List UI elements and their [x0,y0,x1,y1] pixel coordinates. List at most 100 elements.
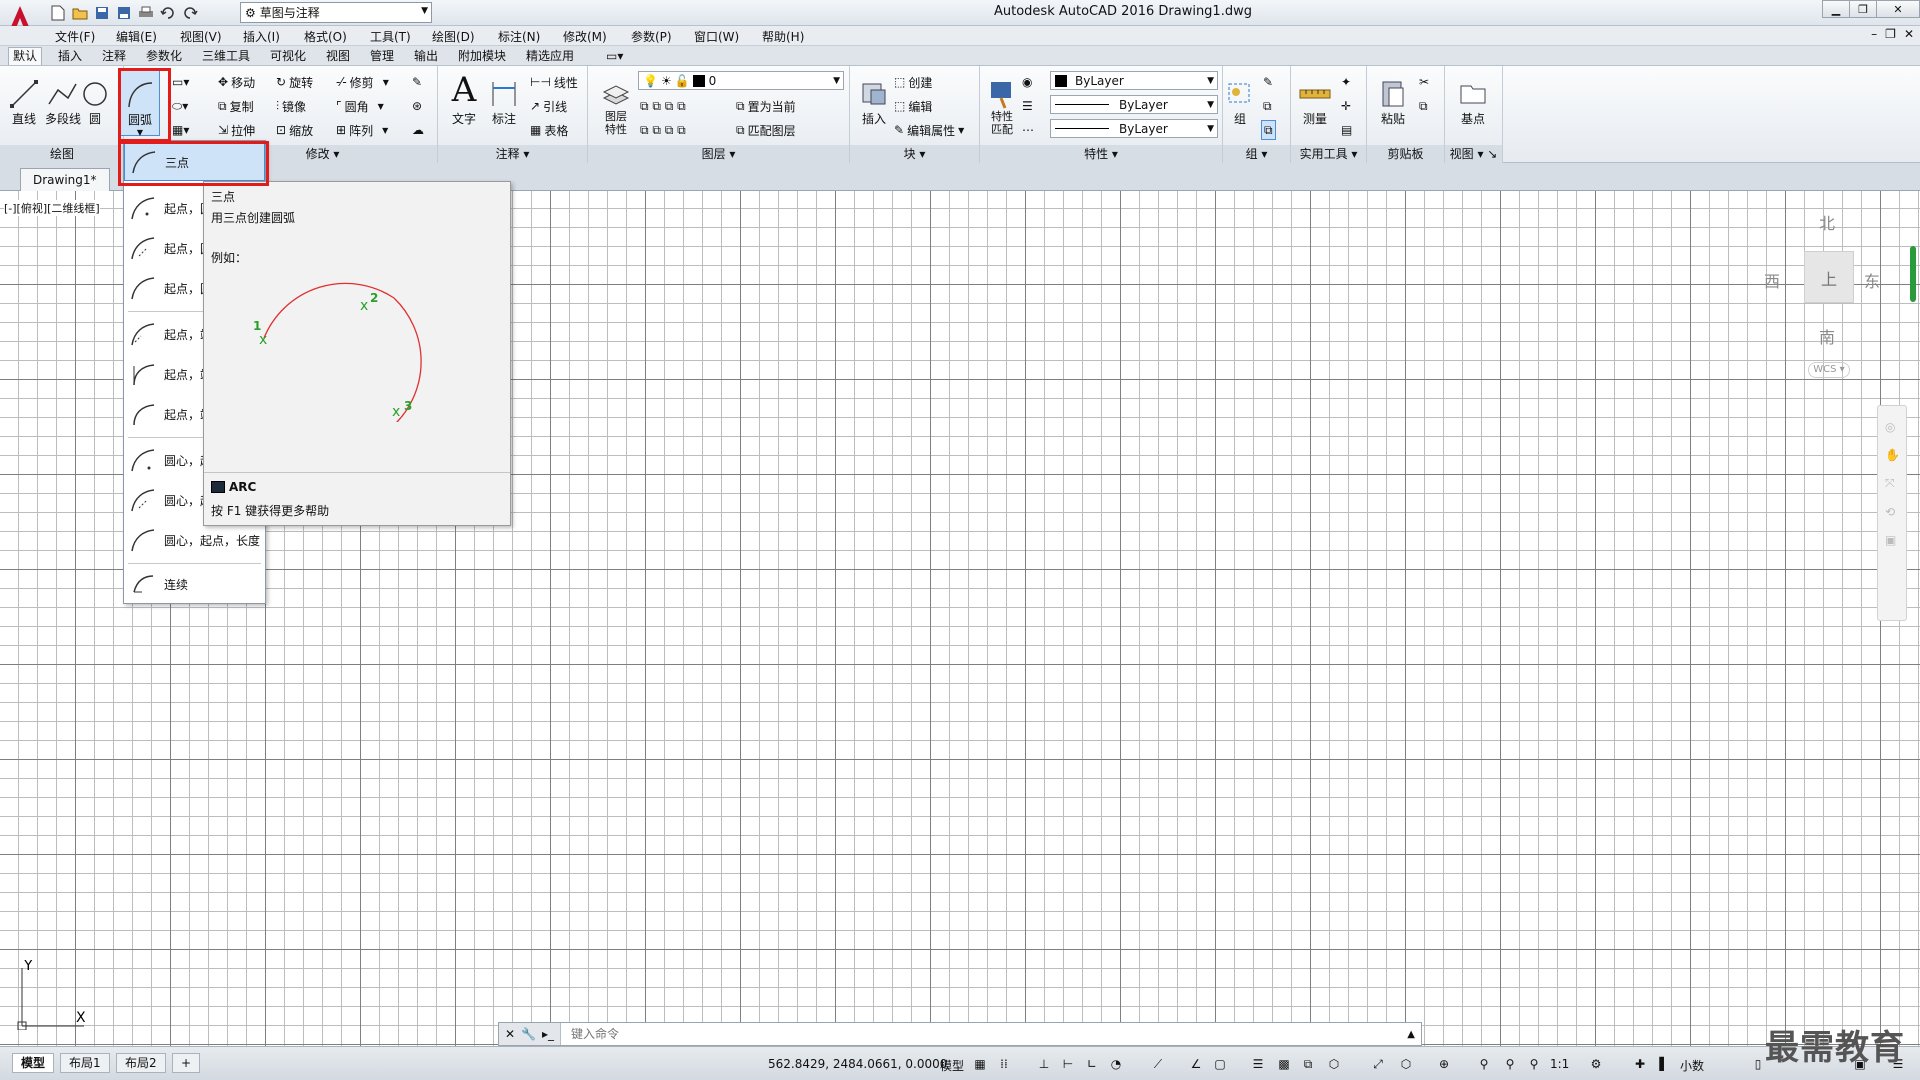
menu-help[interactable]: 帮助(H) [762,28,804,45]
menu-insert[interactable]: 插入(I) [243,28,280,45]
menu-draw[interactable]: 绘图(D) [432,28,475,45]
hatch-button[interactable]: ⬭▾ [172,96,188,116]
infer-constraints-icon[interactable]: ⊥ [1036,1056,1052,1072]
tab-parametric[interactable]: 参数化 [142,48,186,66]
transparency-icon[interactable]: ▩ [1276,1056,1292,1072]
lineweight-status-icon[interactable]: ☰ [1250,1056,1266,1072]
viewcube-south[interactable]: 南 [1819,324,1835,348]
tab-visualize[interactable]: 可视化 [266,48,310,66]
wcs-menu[interactable]: WCS ▾ [1808,362,1850,378]
menu-format[interactable]: 格式(O) [304,28,347,45]
group-button[interactable]: 组 [1225,70,1255,127]
tab-insert[interactable]: 插入 [54,48,86,66]
table-button[interactable]: ▦ 表格 [530,120,568,140]
viewcube-west[interactable]: 西 [1764,268,1780,292]
zoom-extents-icon[interactable]: ⤧ [1885,476,1899,491]
units-value[interactable]: 小数 [1680,1057,1704,1074]
annotation-monitor-icon[interactable]: ✚ [1632,1056,1648,1072]
menu-file[interactable]: 文件(F) [55,28,95,45]
dynamic-ucs-icon[interactable]: ⤢ [1370,1056,1386,1072]
polar-tracking-icon[interactable]: ◔ [1108,1056,1124,1072]
viewcube-east[interactable]: 东 [1864,268,1880,292]
tab-layout1[interactable]: 布局1 [60,1053,110,1073]
gradient-button[interactable]: ▦▾ [172,120,189,140]
layer-properties-button[interactable]: 图层特性 [596,70,636,136]
layer-dropdown[interactable]: 💡 ☀ 🔓 0 ▼ [638,71,844,90]
tab-featured-apps[interactable]: 精选应用 [522,48,578,66]
measure-button[interactable]: 测量 [1295,70,1335,127]
viewport-controls-label[interactable]: [-][俯视][二维线框] [4,200,100,216]
ungroup-button[interactable]: ✎ [1263,72,1273,92]
minimize-button[interactable]: ▁ [1822,0,1850,18]
menu-view[interactable]: 视图(V) [180,28,222,45]
ribbon-toggle-button[interactable]: ▭▾ [602,48,627,66]
gizmo-icon[interactable]: ⊕ [1436,1056,1452,1072]
annotation-scale-icon[interactable]: ⚲ [1526,1056,1542,1072]
tab-output[interactable]: 输出 [410,48,442,66]
print-icon[interactable] [136,3,156,23]
menu-dimension[interactable]: 标注(N) [498,28,540,45]
base-view-button[interactable]: 基点 [1453,70,1493,127]
viewcube-top-face[interactable]: 上 [1804,251,1854,303]
tab-addins[interactable]: 附加模块 [454,48,510,66]
save-as-icon[interactable] [114,3,134,23]
polyline-button[interactable]: 多段线 [42,70,84,127]
tab-view[interactable]: 视图 [322,48,354,66]
edit-block-button[interactable]: ⬚ 编辑 [894,96,932,116]
transparency-button[interactable]: ⋯ [1022,120,1034,140]
annotation-scale-value[interactable]: 1:1 [1550,1057,1569,1071]
group-selection-toggle[interactable]: ⧉ [1261,120,1276,140]
insert-block-button[interactable]: 插入 [854,70,894,127]
edit-attribute-button[interactable]: ✎ 编辑属性 ▼ [894,120,964,140]
open-file-icon[interactable] [70,3,90,23]
save-icon[interactable] [92,3,112,23]
line-button[interactable]: 直线 [4,70,44,127]
model-space-toggle[interactable]: 模型 [940,1057,964,1074]
rectangle-button[interactable]: ▭▾ [172,72,189,92]
create-block-button[interactable]: ⬚ 创建 [894,72,932,92]
explode-button[interactable]: ⊛ [412,96,422,116]
move-button[interactable]: ✥ 移动 [218,72,255,92]
3d-object-snap-icon[interactable]: ⬡ [1326,1056,1342,1072]
color-dropdown[interactable]: ByLayer ▼ [1050,71,1218,90]
stretch-button[interactable]: ⇲ 拉伸 [218,120,255,140]
match-layer-button[interactable]: ⧉ 匹配图层 [736,120,796,140]
set-current-button[interactable]: ⧉ 置为当前 [736,96,796,116]
erase-button[interactable]: ✎ [412,72,422,92]
arc-option-continue[interactable]: 连续 [124,565,265,603]
isolate-objects-icon[interactable]: ▯ [1750,1056,1766,1072]
restore-button[interactable]: ❐ [1849,0,1877,18]
command-history-icon[interactable]: ▲ [1407,1029,1415,1040]
paste-button[interactable]: 粘贴 [1373,70,1413,127]
redo-icon[interactable] [180,3,200,23]
color-wheel-button[interactable]: ◉ [1022,72,1032,92]
wrench-icon[interactable]: 🔧 [521,1027,536,1041]
selection-cycling-icon[interactable]: ⧉ [1300,1056,1316,1072]
command-close-icon[interactable]: ✕ [505,1027,515,1041]
group-edit-button[interactable]: ⧉ [1263,96,1272,116]
circle-button[interactable]: 圆 [82,70,108,127]
menu-tools[interactable]: 工具(T) [370,28,411,45]
units-icon[interactable]: ▌ [1656,1056,1672,1072]
match-properties-button[interactable]: 特性匹配 [982,70,1022,136]
object-snap-icon[interactable]: ▢ [1212,1056,1228,1072]
tab-manage[interactable]: 管理 [366,48,398,66]
selection-filter-icon[interactable]: ⬡ [1398,1056,1414,1072]
document-tab[interactable]: Drawing1* [20,168,110,191]
tab-model[interactable]: 模型 [12,1053,55,1073]
menu-parametric[interactable]: 参数(P) [631,28,672,45]
offset-button[interactable]: ☁ [412,120,424,140]
copy-button[interactable]: ⧉ 复制 [218,96,254,116]
orbit-icon[interactable]: ⟲ [1885,505,1899,519]
trim-button[interactable]: -⁄- 修剪 ▼ [336,72,389,92]
pan-icon[interactable]: ✋ [1885,448,1900,462]
tab-3d-tools[interactable]: 三维工具 [198,48,254,66]
menu-edit[interactable]: 编辑(E) [116,28,157,45]
text-button[interactable]: A 文字 [444,70,484,127]
rotate-button[interactable]: ↻ 旋转 [276,72,313,92]
menu-modify[interactable]: 修改(M) [563,28,607,45]
layer-tools-row2[interactable]: ⧉ ⧉ ⧉ ⧉ [640,120,686,140]
linetype-icon-button[interactable]: ☰ [1022,96,1033,116]
layer-tools-row1[interactable]: ⧉ ⧉ ⧉ ⧉ [640,96,686,116]
dynamic-input-icon[interactable]: ⊢ [1060,1056,1076,1072]
